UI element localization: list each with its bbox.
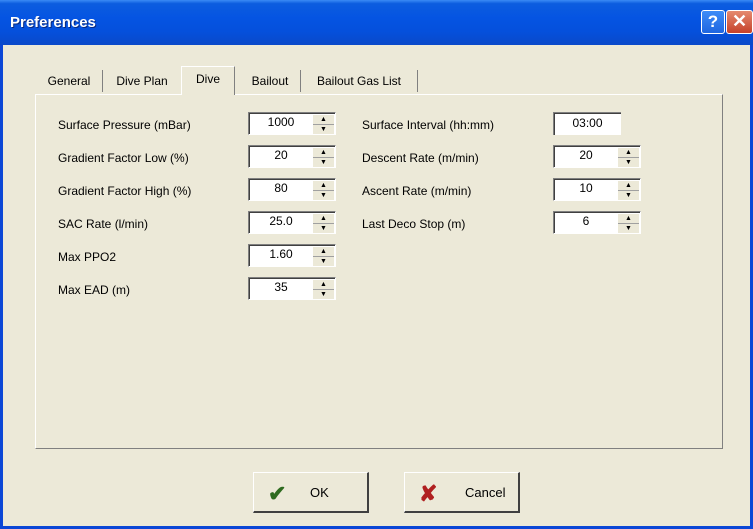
surface-interval-label: Surface Interval (hh:mm) xyxy=(362,118,495,132)
sac-rate-input[interactable]: 25.0 xyxy=(251,214,311,228)
max-ead-input[interactable]: 35 xyxy=(251,280,311,294)
help-icon: ? xyxy=(707,12,719,31)
max-ead-label: Max EAD (m) xyxy=(58,283,130,297)
close-button[interactable]: ✕ xyxy=(726,10,753,34)
sac-rate-label: SAC Rate (l/min) xyxy=(58,217,149,231)
surface-pressure-input[interactable]: 1000 xyxy=(251,115,311,129)
title-bar[interactable]: Preferences ? ✕ xyxy=(0,0,753,45)
spin-down-icon[interactable]: ▼ xyxy=(618,158,639,167)
last-deco-stop-input[interactable]: 6 xyxy=(556,214,616,228)
last-deco-stop-spinner[interactable]: 6 ▲ ▼ xyxy=(553,211,641,234)
spin-up-icon[interactable]: ▲ xyxy=(618,181,639,191)
spin-up-icon[interactable]: ▲ xyxy=(313,247,334,257)
surface-interval-input[interactable]: 03:00 xyxy=(553,112,621,135)
descent-rate-spinner[interactable]: 20 ▲ ▼ xyxy=(553,145,641,168)
ascent-rate-label: Ascent Rate (m/min) xyxy=(362,184,472,198)
descent-rate-label: Descent Rate (m/min) xyxy=(362,151,479,165)
spin-up-icon[interactable]: ▲ xyxy=(313,148,334,158)
ascent-rate-spinner[interactable]: 10 ▲ ▼ xyxy=(553,178,641,201)
max-ppo2-spinner[interactable]: 1.60 ▲ ▼ xyxy=(248,244,336,267)
descent-rate-input[interactable]: 20 xyxy=(556,148,616,162)
spin-down-icon[interactable]: ▼ xyxy=(313,158,334,167)
spin-down-icon[interactable]: ▼ xyxy=(313,125,334,134)
checkmark-icon: ✔ xyxy=(268,481,287,506)
gf-low-spinner[interactable]: 20 ▲ ▼ xyxy=(248,145,336,168)
sac-rate-spinner[interactable]: 25.0 ▲ ▼ xyxy=(248,211,336,234)
max-ppo2-input[interactable]: 1.60 xyxy=(251,247,311,261)
spin-up-icon[interactable]: ▲ xyxy=(618,214,639,224)
tab-dive-plan[interactable]: Dive Plan xyxy=(103,70,181,92)
spin-up-icon[interactable]: ▲ xyxy=(313,181,334,191)
ascent-rate-input[interactable]: 10 xyxy=(556,181,616,195)
close-icon: ✕ xyxy=(731,11,748,31)
tab-general[interactable]: General xyxy=(36,70,103,92)
spin-down-icon[interactable]: ▼ xyxy=(313,224,334,233)
spin-down-icon[interactable]: ▼ xyxy=(618,191,639,200)
max-ead-spinner[interactable]: 35 ▲ ▼ xyxy=(248,277,336,300)
spin-down-icon[interactable]: ▼ xyxy=(313,257,334,266)
max-ppo2-label: Max PPO2 xyxy=(58,250,117,264)
cancel-button[interactable]: ✘ Cancel xyxy=(404,472,520,513)
spin-down-icon[interactable]: ▼ xyxy=(313,290,334,299)
spin-up-icon[interactable]: ▲ xyxy=(313,280,334,290)
surface-pressure-spinner[interactable]: 1000 ▲ ▼ xyxy=(248,112,336,135)
x-icon: ✘ xyxy=(419,481,438,506)
gf-low-input[interactable]: 20 xyxy=(251,148,311,162)
help-button[interactable]: ? xyxy=(701,10,725,34)
cancel-label: Cancel xyxy=(465,485,506,500)
gf-high-label: Gradient Factor High (%) xyxy=(58,184,192,198)
spin-up-icon[interactable]: ▲ xyxy=(313,115,334,125)
surface-pressure-label: Surface Pressure (mBar) xyxy=(58,118,191,132)
gf-low-label: Gradient Factor Low (%) xyxy=(58,151,189,165)
spin-down-icon[interactable]: ▼ xyxy=(618,224,639,233)
last-deco-stop-label: Last Deco Stop (m) xyxy=(362,217,466,231)
spin-up-icon[interactable]: ▲ xyxy=(618,148,639,158)
ok-label: OK xyxy=(310,485,329,500)
tab-dive[interactable]: Dive xyxy=(181,66,235,95)
ok-button[interactable]: ✔ OK xyxy=(253,472,369,513)
gf-high-input[interactable]: 80 xyxy=(251,181,311,195)
preferences-window: Preferences ? ✕ General Dive Plan Dive B… xyxy=(0,0,753,529)
spin-down-icon[interactable]: ▼ xyxy=(313,191,334,200)
spin-up-icon[interactable]: ▲ xyxy=(313,214,334,224)
window-title: Preferences xyxy=(10,14,96,31)
tab-bailout-gas-list[interactable]: Bailout Gas List xyxy=(301,70,418,92)
tab-bailout[interactable]: Bailout xyxy=(240,70,301,92)
gf-high-spinner[interactable]: 80 ▲ ▼ xyxy=(248,178,336,201)
